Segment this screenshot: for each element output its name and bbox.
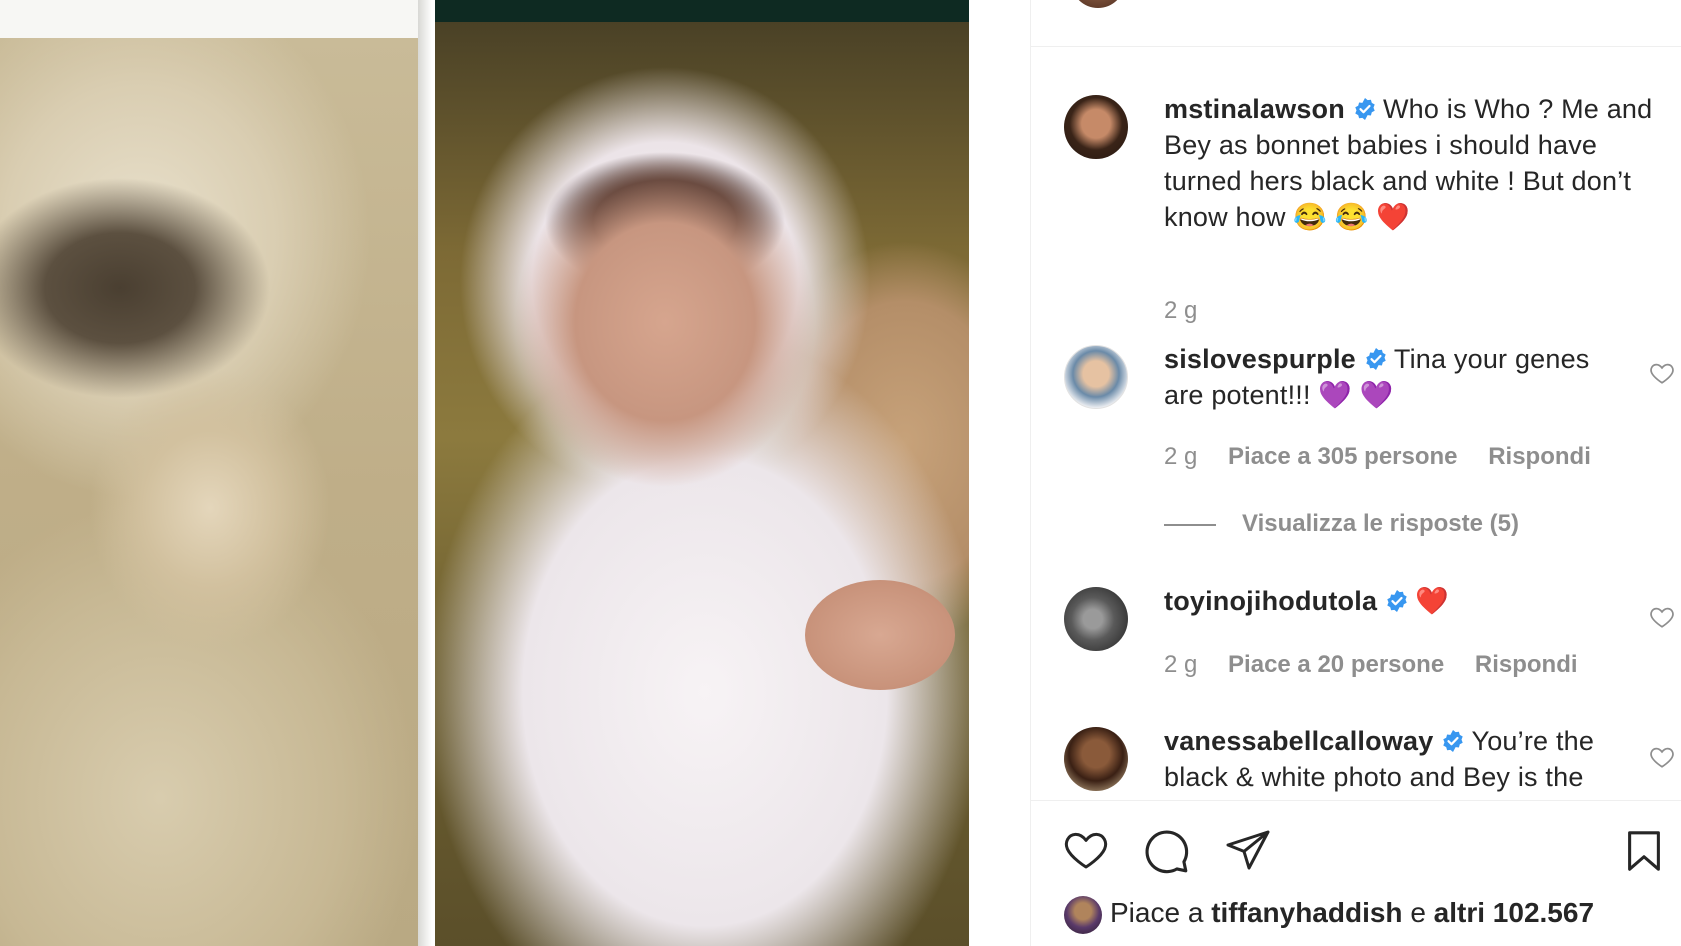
comment-time[interactable]: 2 g (1164, 296, 1197, 326)
comment-text-block: vanessabellcalloway You’re the black & wh… (1164, 723, 1624, 795)
post-photo-area (0, 0, 1030, 946)
like-heart-icon[interactable] (1061, 826, 1111, 874)
comment-meta: 2 g Piace a 20 persone Rispondi (1164, 650, 1602, 680)
likes-connector: e (1410, 897, 1426, 928)
comment-bubble-icon[interactable] (1141, 826, 1191, 876)
reply-button[interactable]: Rispondi (1488, 442, 1591, 472)
view-replies-label: Visualizza le risposte (5) (1242, 510, 1519, 537)
like-comment-heart-icon[interactable] (1649, 744, 1675, 770)
comments-panel: mstinalawson Who is Who ? Me and Bey as b… (1030, 0, 1681, 946)
photo-gap (969, 0, 1030, 946)
reply-button[interactable]: Rispondi (1475, 650, 1578, 680)
verified-badge-icon (1387, 590, 1407, 612)
actions-divider (1031, 800, 1681, 801)
baby-hand (805, 580, 955, 690)
verified-badge-icon (1355, 98, 1375, 120)
verified-badge-icon (1443, 730, 1464, 752)
comment-likes[interactable]: Piace a 20 persone (1228, 650, 1444, 680)
comment-username[interactable]: toyinojihodutola (1164, 586, 1377, 616)
comments-list[interactable]: mstinalawson Who is Who ? Me and Bey as b… (1031, 47, 1681, 800)
post-likes-summary: Piace a tiffanyhaddish e altri 102.567 (1064, 893, 1594, 934)
likes-others-count[interactable]: altri 102.567 (1434, 897, 1594, 928)
photo-color-baby (435, 0, 969, 946)
comment-text-block: sislovespurple Tina your genes are potent… (1164, 341, 1624, 413)
photo-edge-shadow (418, 0, 432, 946)
vintage-photo-print (0, 38, 420, 946)
comment-text-block: mstinalawson Who is Who ? Me and Bey as b… (1164, 91, 1654, 235)
comment-username[interactable]: sislovespurple (1164, 344, 1356, 374)
avatar[interactable] (1064, 727, 1128, 791)
comment-time[interactable]: 2 g (1164, 442, 1197, 472)
like-comment-heart-icon[interactable] (1649, 360, 1675, 386)
save-bookmark-icon[interactable] (1621, 826, 1667, 876)
post-author-avatar[interactable] (1071, 0, 1125, 8)
color-photo-print (435, 22, 969, 946)
comment-meta: 2 g Piace a 305 persone Rispondi (1164, 442, 1615, 472)
liker-username[interactable]: tiffanyhaddish (1211, 897, 1402, 928)
comment-meta: 2 g (1164, 296, 1221, 326)
likes-prefix: Piace a (1110, 897, 1204, 928)
liker-avatar[interactable] (1064, 895, 1102, 934)
comment-username[interactable]: vanessabellcalloway (1164, 726, 1433, 756)
comment-body: ❤️ (1415, 586, 1449, 616)
like-comment-heart-icon[interactable] (1649, 604, 1675, 630)
avatar[interactable] (1064, 95, 1128, 159)
photo-black-and-white-baby (0, 0, 432, 946)
comment-likes[interactable]: Piace a 305 persone (1228, 442, 1457, 472)
view-replies-button[interactable]: Visualizza le risposte (5) (1164, 509, 1519, 539)
share-paper-plane-icon[interactable] (1223, 826, 1273, 874)
avatar[interactable] (1064, 345, 1128, 409)
comment-time[interactable]: 2 g (1164, 650, 1197, 680)
comment-text-block: toyinojihodutola ❤️ (1164, 583, 1624, 619)
comment-username[interactable]: mstinalawson (1164, 94, 1345, 124)
replies-divider-line (1164, 523, 1216, 526)
verified-badge-icon (1366, 348, 1386, 370)
avatar[interactable] (1064, 587, 1128, 651)
